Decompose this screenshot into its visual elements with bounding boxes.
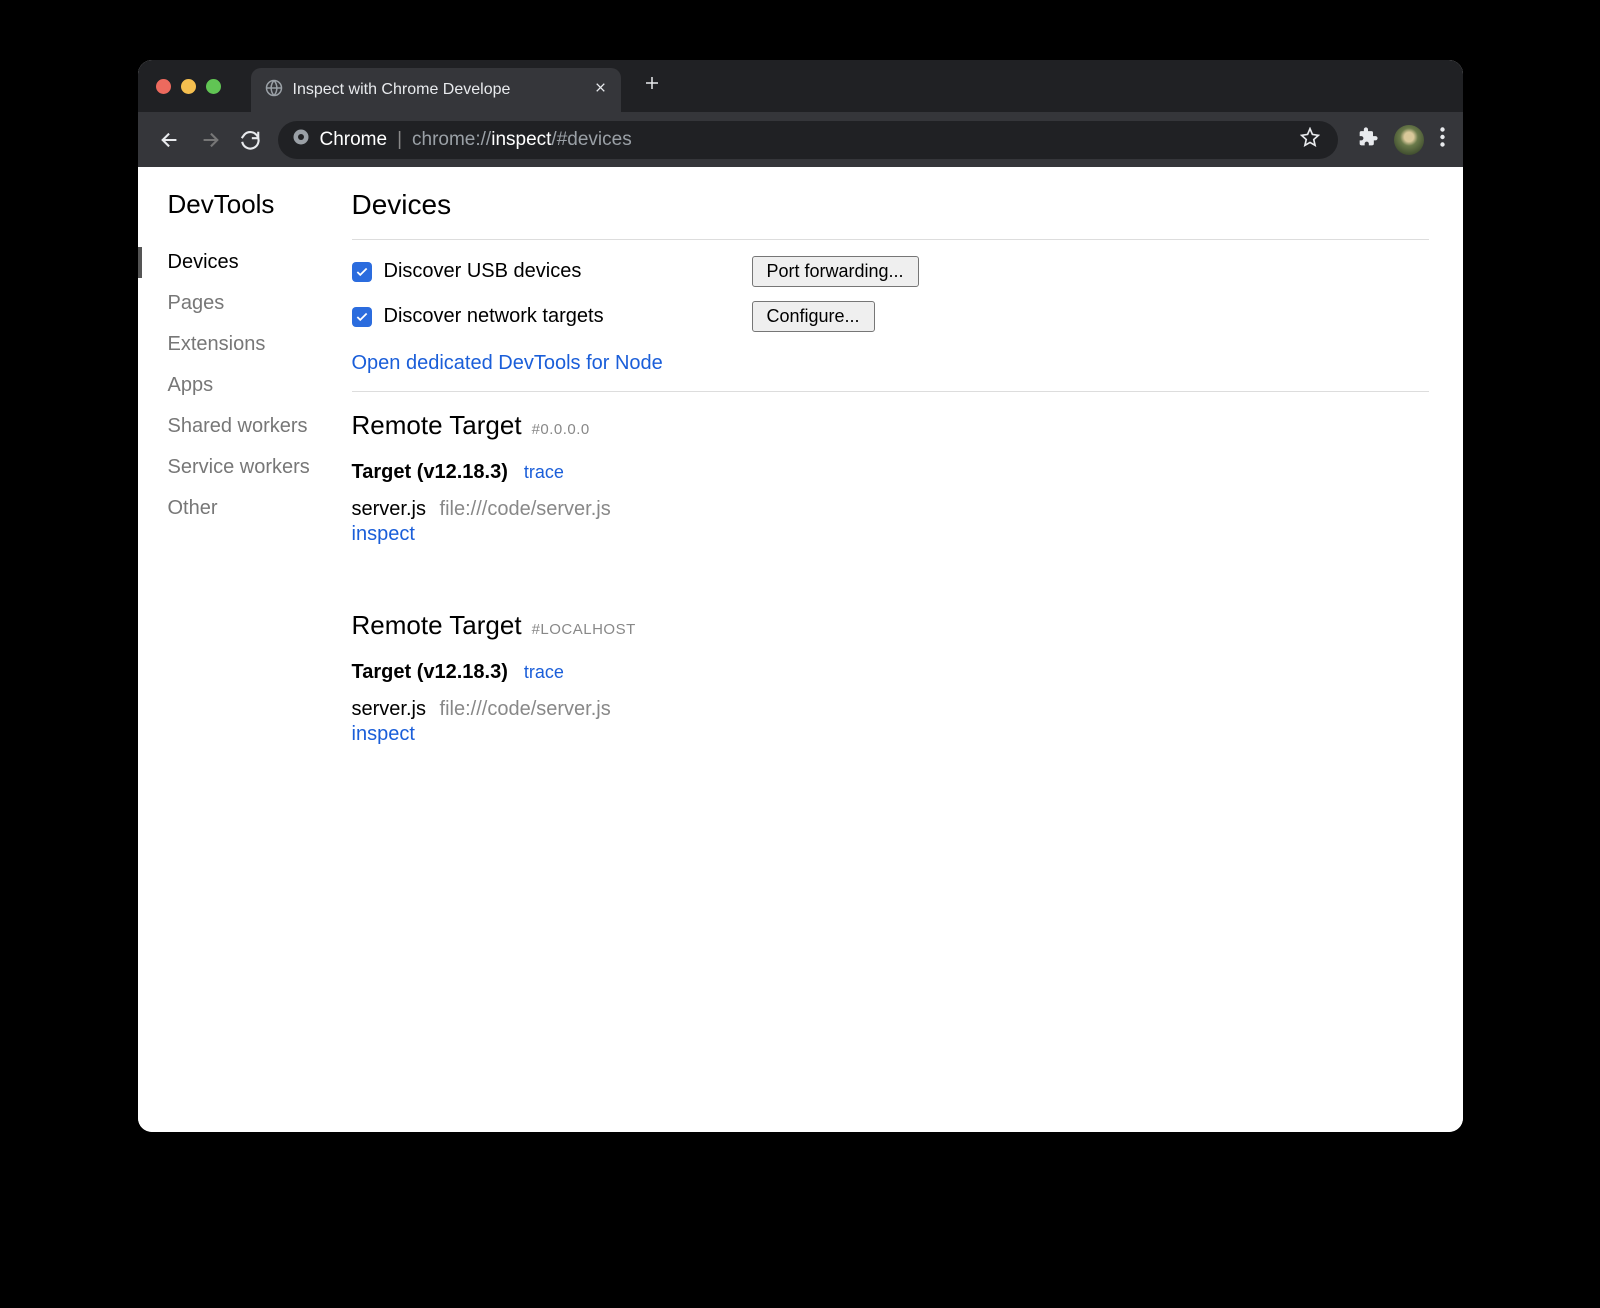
sidebar: DevTools Devices Pages Extensions Apps S… [138,167,352,1132]
inspect-link[interactable]: inspect [352,523,415,546]
toolbar-right [1358,125,1445,155]
remote-target-tag: #LOCALHOST [532,621,636,638]
remote-target-tag: #0.0.0.0 [532,421,590,438]
file-name: server.js [352,698,426,720]
tab-title: Inspect with Chrome Develope [293,81,586,99]
discover-usb-row: Discover USB devices Port forwarding... [352,256,1429,287]
url-hash: /#devices [551,129,631,151]
sidebar-title: DevTools [138,189,352,242]
globe-icon [265,79,283,102]
minimize-window-button[interactable] [181,79,196,94]
browser-tab[interactable]: Inspect with Chrome Develope [251,68,621,112]
kebab-menu-icon[interactable] [1440,127,1445,152]
back-button[interactable] [152,122,188,158]
file-name: server.js [352,498,426,520]
url-divider: | [397,129,402,151]
sidebar-item-apps[interactable]: Apps [138,365,352,406]
trace-link[interactable]: trace [524,462,564,483]
page-content: DevTools Devices Pages Extensions Apps S… [138,167,1463,1132]
discover-network-row: Discover network targets Configure... [352,301,1429,332]
sidebar-item-label: Service workers [168,456,310,478]
discover-usb-checkbox[interactable] [352,262,372,282]
maximize-window-button[interactable] [206,79,221,94]
new-tab-button[interactable] [643,74,661,98]
profile-avatar[interactable] [1394,125,1424,155]
tab-bar: Inspect with Chrome Develope [138,60,1463,112]
file-row: server.js file:///code/server.js [352,498,1429,521]
window-controls [138,79,241,94]
browser-toolbar: Chrome | chrome://inspect/#devices [138,112,1463,167]
discover-usb-label: Discover USB devices [384,260,582,283]
browser-window: Inspect with Chrome Develope Chrome | ch… [138,60,1463,1132]
close-tab-icon[interactable] [594,81,607,99]
sidebar-item-label: Pages [168,292,225,314]
bookmark-icon[interactable] [1300,127,1320,153]
sidebar-item-pages[interactable]: Pages [138,283,352,324]
page-title: Devices [352,189,1429,240]
sidebar-item-label: Extensions [168,333,266,355]
sidebar-item-devices[interactable]: Devices [138,242,352,283]
trace-link[interactable]: trace [524,662,564,683]
configure-button[interactable]: Configure... [752,301,875,332]
target-row: Target (v12.18.3) trace [352,661,1429,684]
sidebar-item-label: Apps [168,374,214,396]
divider [352,391,1429,392]
port-forwarding-button[interactable]: Port forwarding... [752,256,919,287]
sidebar-item-other[interactable]: Other [138,488,352,529]
sidebar-item-service-workers[interactable]: Service workers [138,447,352,488]
inspect-link[interactable]: inspect [352,723,415,746]
main-panel: Devices Discover USB devices Port forwar… [352,167,1463,1132]
sidebar-item-shared-workers[interactable]: Shared workers [138,406,352,447]
discover-network-label: Discover network targets [384,305,604,328]
file-path: file:///code/server.js [440,498,611,520]
url-path: inspect [491,129,551,151]
forward-button[interactable] [192,122,228,158]
target-row: Target (v12.18.3) trace [352,461,1429,484]
reload-button[interactable] [232,122,268,158]
remote-target-block: Remote Target #0.0.0.0 Target (v12.18.3)… [352,410,1429,576]
file-row: server.js file:///code/server.js [352,698,1429,721]
discover-options: Discover USB devices Port forwarding... … [352,256,1429,391]
sidebar-item-label: Devices [168,251,239,273]
chrome-icon [292,128,310,152]
target-name: Target (v12.18.3) [352,461,508,484]
remote-target-label: Remote Target [352,610,522,641]
address-bar[interactable]: Chrome | chrome://inspect/#devices [278,121,1338,159]
sidebar-item-label: Shared workers [168,415,308,437]
extensions-icon[interactable] [1358,127,1378,152]
sidebar-item-label: Other [168,497,218,519]
target-name: Target (v12.18.3) [352,661,508,684]
open-devtools-node-link[interactable]: Open dedicated DevTools for Node [352,352,663,375]
discover-network-checkbox[interactable] [352,307,372,327]
sidebar-item-extensions[interactable]: Extensions [138,324,352,365]
close-window-button[interactable] [156,79,171,94]
url-scheme: Chrome [320,129,388,151]
remote-target-block: Remote Target #LOCALHOST Target (v12.18.… [352,610,1429,776]
remote-target-heading: Remote Target #LOCALHOST [352,610,1429,641]
remote-target-heading: Remote Target #0.0.0.0 [352,410,1429,441]
url-host: chrome:// [412,129,491,151]
remote-target-label: Remote Target [352,410,522,441]
file-path: file:///code/server.js [440,698,611,720]
